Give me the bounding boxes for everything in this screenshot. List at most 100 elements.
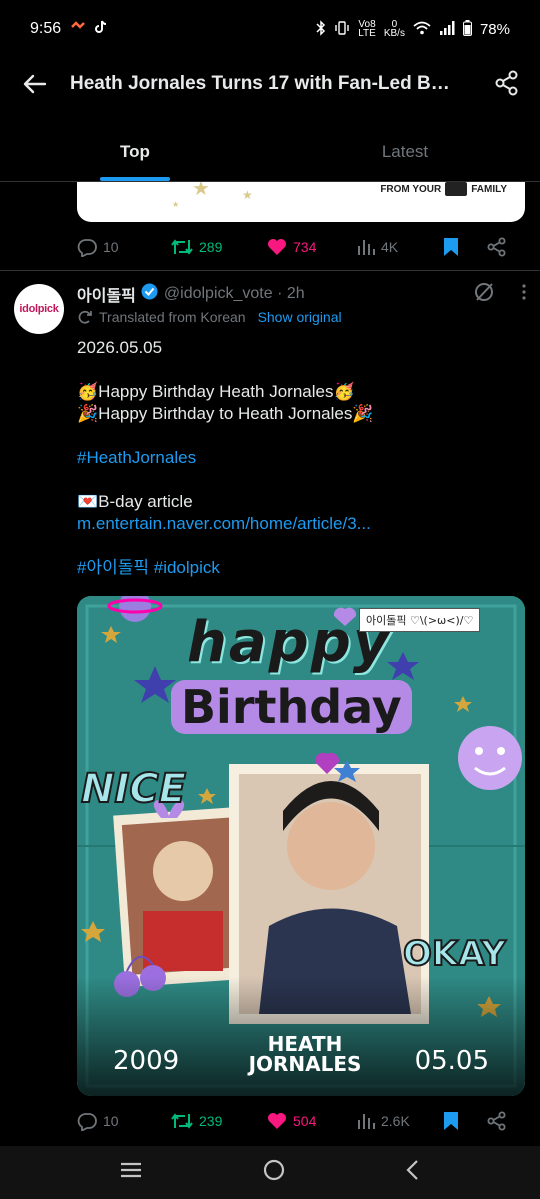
views-button[interactable]: 2.6K (357, 1112, 443, 1130)
status-bar: 9:56 Vo8 LTE 0 KB/s 78% (0, 0, 540, 58)
system-back-button[interactable] (405, 1159, 421, 1186)
star-decoration: ★ (242, 188, 253, 202)
notification-icon (71, 20, 86, 38)
repost-count: 289 (199, 239, 223, 255)
tweet-line: 🥳Happy Birthday Heath Jornales🥳 (77, 382, 355, 401)
poster-year: 2009 (113, 1046, 180, 1076)
network-type: Vo8 LTE (358, 20, 376, 39)
tab-bar: Top Latest (0, 122, 540, 182)
system-nav-bar (0, 1146, 540, 1199)
divider (0, 270, 540, 271)
network-type-bottom: LTE (358, 28, 376, 39)
translated-label: Translated from Korean (99, 309, 246, 325)
star-decoration: ★ (192, 182, 210, 200)
reply-button[interactable]: 10 (77, 238, 171, 257)
reply-count: 10 (103, 1113, 119, 1129)
recent-apps-button[interactable] (119, 1161, 143, 1184)
previous-media-card[interactable]: ★ ★ ★ FROM YOUR FAMILY (77, 182, 525, 222)
battery-icon (462, 19, 472, 39)
network-speed-unit: KB/s (383, 28, 405, 39)
wifi-icon (413, 21, 431, 38)
repost-button[interactable]: 289 (171, 238, 267, 256)
repost-button[interactable]: 239 (171, 1112, 267, 1130)
previous-tweet-actions: 10 289 734 4K (77, 232, 525, 262)
show-original-link[interactable]: Show original (258, 309, 342, 325)
author-handle[interactable]: @idolpick_vote · 2h (164, 285, 305, 303)
repost-icon (171, 1113, 193, 1129)
heart-icon (268, 239, 286, 255)
network-speed: 0 KB/s (383, 20, 405, 39)
logo-mark (445, 182, 468, 196)
header: Heath Jornales Turns 17 with Fan-Led Bi.… (0, 58, 540, 110)
views-icon (358, 1114, 375, 1129)
views-count: 4K (381, 239, 399, 255)
home-icon (263, 1159, 285, 1181)
reply-count: 10 (103, 239, 119, 255)
avatar[interactable]: idolpick (14, 284, 64, 334)
verified-badge-icon (141, 283, 158, 305)
repost-icon (171, 239, 193, 255)
tweet-media-image[interactable]: happy Birthday 아이돌픽 ♡\(>ω<)/♡ NICE OKAY … (77, 596, 525, 1096)
like-count: 504 (293, 1113, 317, 1129)
poster-name-line2: JORNALES (248, 1052, 362, 1076)
share-post-button[interactable] (487, 1111, 507, 1131)
translate-icon (78, 310, 92, 324)
tab-latest[interactable]: Latest (270, 122, 540, 181)
back-button[interactable] (0, 58, 70, 110)
reply-button[interactable]: 10 (77, 1112, 171, 1131)
bookmark-icon (444, 238, 458, 256)
share-post-button[interactable] (487, 237, 507, 257)
card-caption-right: FAMILY (471, 183, 507, 195)
bookmark-button[interactable] (443, 237, 487, 257)
recent-apps-icon (121, 1162, 142, 1178)
star-decoration: ★ (172, 200, 180, 209)
poster-okay-sticker: OKAY (402, 933, 507, 975)
reply-icon (77, 1112, 97, 1131)
tweet-actions: 10 239 504 2.6K (77, 1106, 525, 1136)
poster-name-line1: HEATH (267, 1032, 343, 1056)
page-title: Heath Jornales Turns 17 with Fan-Led Bi.… (70, 73, 450, 94)
tweet-header: 아이돌픽 @idolpick_vote · 2h (77, 282, 527, 306)
hashtag-link[interactable]: #HeathJornales (77, 447, 527, 469)
vibrate-icon (334, 20, 350, 38)
tweet-date-line: 2026.05.05 (77, 338, 163, 357)
share-icon (487, 1111, 506, 1131)
views-icon (358, 240, 375, 255)
bookmark-button[interactable] (443, 1111, 487, 1131)
repost-count: 239 (199, 1113, 223, 1129)
tiktok-icon (95, 20, 107, 39)
article-link[interactable]: m.entertain.naver.com/home/article/3... (77, 513, 527, 535)
reply-icon (77, 238, 97, 257)
share-icon (487, 237, 506, 257)
heart-icon (268, 1113, 286, 1129)
status-time: 9:56 (30, 20, 62, 37)
like-button[interactable]: 734 (267, 238, 357, 256)
arrow-left-icon (23, 74, 47, 94)
poster-name: HEATH JORNALES (235, 1034, 375, 1074)
bookmark-icon (444, 1112, 458, 1130)
share-icon (495, 70, 518, 96)
battery-percent: 78% (479, 20, 510, 38)
share-button[interactable] (494, 70, 520, 101)
tweet-text: 2026.05.05 🥳Happy Birthday Heath Jornale… (77, 337, 527, 579)
tab-top[interactable]: Top (0, 122, 270, 181)
home-button[interactable] (262, 1158, 286, 1187)
chevron-left-icon (406, 1160, 418, 1180)
signal-icon (439, 20, 455, 38)
views-button[interactable]: 4K (357, 238, 443, 256)
grok-icon[interactable] (473, 281, 495, 308)
translation-notice: Translated from Korean Show original (77, 309, 342, 325)
hashtag-links[interactable]: #아이돌픽 #idolpick (77, 557, 527, 579)
views-count: 2.6K (381, 1113, 410, 1129)
poster-nice-sticker: NICE (80, 765, 187, 813)
like-count: 734 (293, 239, 317, 255)
tweet-line: 🎉Happy Birthday to Heath Jornales🎉 (77, 404, 374, 423)
poster-birthday-text: Birthday (171, 680, 412, 734)
poster-tag: 아이돌픽 ♡\(>ω<)/♡ (359, 608, 481, 632)
more-options-icon[interactable] (521, 283, 527, 306)
author-name[interactable]: 아이돌픽 (77, 282, 136, 306)
like-button[interactable]: 504 (267, 1112, 357, 1130)
poster-date: 05.05 (414, 1046, 489, 1076)
card-caption-left: FROM YOUR (380, 183, 442, 195)
card-caption: FROM YOUR FAMILY (380, 182, 507, 196)
